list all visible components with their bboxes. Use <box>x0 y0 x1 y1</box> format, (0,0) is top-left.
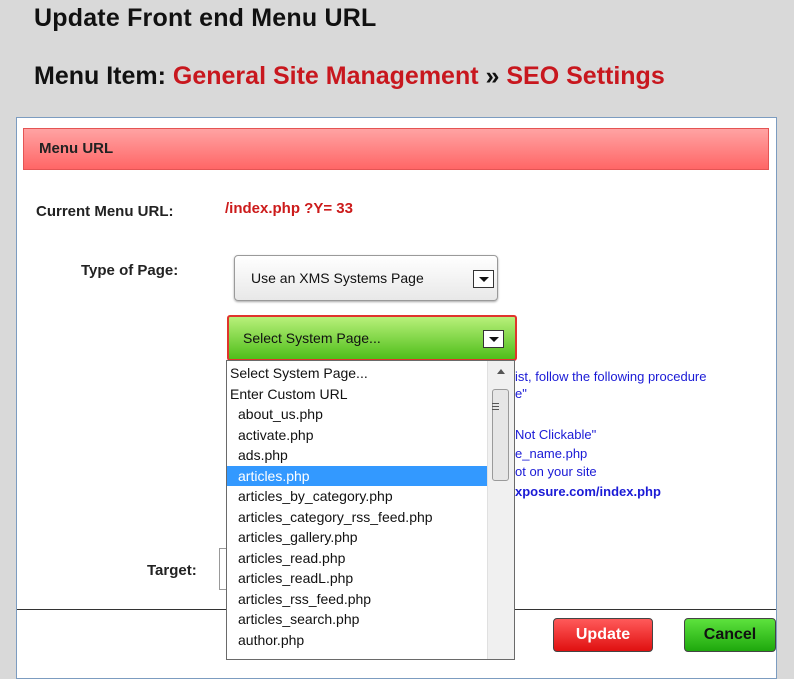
breadcrumb-current: SEO Settings <box>506 62 665 90</box>
dropdown-option[interactable]: author.php <box>227 630 487 651</box>
system-page-select[interactable]: Select System Page... <box>227 315 517 361</box>
scrollbar-grip-icon <box>492 403 499 404</box>
chevron-down-icon[interactable] <box>483 330 504 348</box>
dropdown-option-selected[interactable]: articles.php <box>227 465 487 486</box>
dropdown-option[interactable]: articles_rss_feed.php <box>227 589 487 610</box>
dropdown-option[interactable]: ads.php <box>227 445 487 466</box>
info-line: e_name.php <box>515 446 588 461</box>
scroll-up-arrow-icon[interactable] <box>497 369 505 374</box>
info-line: Not Clickable" <box>515 427 597 442</box>
type-of-page-value: Use an XMS Systems Page <box>251 270 424 286</box>
info-line: xposure.com/index.php <box>515 484 661 499</box>
panel-header-title: Menu URL <box>39 140 114 157</box>
type-of-page-select[interactable]: Use an XMS Systems Page <box>234 255 498 301</box>
dropdown-option[interactable]: articles_gallery.php <box>227 527 487 548</box>
breadcrumb-separator: » <box>485 62 500 90</box>
system-page-dropdown-list[interactable]: Select System Page... Enter Custom URL a… <box>226 360 515 660</box>
page-title: Update Front end Menu URL <box>34 4 377 32</box>
dropdown-scrollbar[interactable] <box>487 361 514 659</box>
dropdown-option[interactable]: articles_search.php <box>227 609 487 630</box>
dropdown-option[interactable]: articles_read.php <box>227 548 487 569</box>
panel-header: Menu URL <box>23 128 769 170</box>
info-line: ist, follow the following procedure <box>515 369 707 384</box>
dropdown-option[interactable]: articles_readL.php <box>227 568 487 589</box>
chevron-down-icon[interactable] <box>473 270 494 288</box>
dropdown-option[interactable]: Enter Custom URL <box>227 384 487 405</box>
target-label: Target: <box>147 562 197 579</box>
cancel-button[interactable]: Cancel <box>684 618 776 652</box>
menu-item-label: Menu Item: <box>34 62 166 90</box>
dropdown-option[interactable]: Select System Page... <box>227 363 487 384</box>
type-of-page-label: Type of Page: <box>81 262 179 279</box>
current-url-label: Current Menu URL: <box>36 203 174 220</box>
dropdown-options: Select System Page... Enter Custom URL a… <box>227 363 487 650</box>
current-url-value: /index.php ?Y= 33 <box>225 200 353 217</box>
dropdown-option[interactable]: articles_category_rss_feed.php <box>227 507 487 528</box>
dropdown-option[interactable]: articles_by_category.php <box>227 486 487 507</box>
menu-item-breadcrumb: Menu Item: General Site Management » SEO… <box>34 62 665 91</box>
dropdown-option[interactable]: about_us.php <box>227 404 487 425</box>
update-button[interactable]: Update <box>553 618 653 652</box>
dropdown-option[interactable]: activate.php <box>227 425 487 446</box>
breadcrumb-parent: General Site Management <box>172 62 479 90</box>
system-page-value: Select System Page... <box>243 330 381 346</box>
info-line: ot on your site <box>515 464 597 479</box>
info-line: e" <box>515 386 527 401</box>
